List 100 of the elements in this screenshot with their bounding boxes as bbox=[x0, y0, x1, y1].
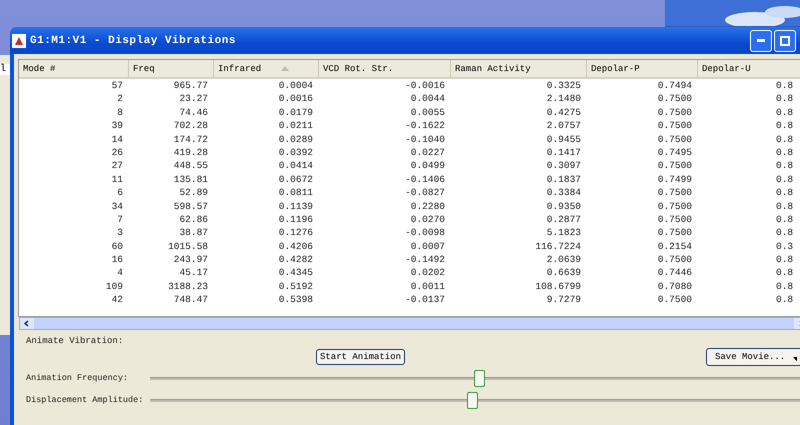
table-cell-text: 0.7500 bbox=[656, 212, 693, 226]
table-cell-text: 0.0044 bbox=[410, 92, 446, 106]
table-cell-text: 0.1837 bbox=[546, 172, 582, 186]
table-cell-text: 0.8 bbox=[775, 280, 794, 294]
table-cell-text: 0.3097 bbox=[546, 159, 582, 173]
table-cell-text: 0.3 bbox=[775, 240, 794, 254]
table-cell-text: 0.0179 bbox=[278, 106, 314, 120]
table-cell-text: 1015.58 bbox=[167, 240, 209, 254]
table-cell-text: 45.17 bbox=[178, 266, 209, 280]
table-cell-text: 0.0392 bbox=[278, 146, 314, 160]
table-cell-text: 0.0672 bbox=[278, 172, 314, 186]
table-cell-text: 26 bbox=[110, 146, 124, 160]
column-header[interactable]: Depolar-U bbox=[698, 60, 800, 77]
table-cell-text: -0.1406 bbox=[404, 172, 446, 186]
table-cell-text: 23.27 bbox=[178, 92, 209, 106]
table-cell-text: 0.8 bbox=[775, 172, 794, 186]
column-header[interactable]: Mode # bbox=[19, 60, 129, 77]
table-cell-text: 598.57 bbox=[172, 200, 209, 213]
table-cell-text: 39 bbox=[110, 119, 124, 133]
table-cell-text: 0.0007 bbox=[410, 240, 446, 254]
table-cell-text: -0.1622 bbox=[404, 119, 446, 133]
table-cell-text: 3188.23 bbox=[167, 280, 209, 294]
table-cell-text: 0.8 bbox=[775, 119, 794, 133]
minimize-icon bbox=[757, 39, 765, 42]
table-cell-text: 0.8 bbox=[775, 266, 794, 280]
table-cell-text: 3 bbox=[116, 226, 124, 240]
table-cell-text: 0.7500 bbox=[656, 159, 693, 173]
table-cell-text: 0.1417 bbox=[546, 146, 582, 160]
slider[interactable] bbox=[150, 391, 800, 409]
table-cell-text: 0.9455 bbox=[546, 132, 582, 146]
slider-thumb[interactable] bbox=[467, 392, 478, 409]
table-cell-text: 0.0270 bbox=[410, 212, 446, 226]
caret-icon bbox=[793, 356, 797, 360]
table-cell-text: 0.7500 bbox=[656, 226, 693, 240]
table-cell-text: 0.6639 bbox=[546, 266, 582, 280]
maximize-button[interactable] bbox=[774, 30, 796, 52]
table-cell-text: 0.8 bbox=[775, 92, 794, 106]
slider-label: Displacement Amplitude: bbox=[26, 395, 144, 405]
table-cell-text: 6 bbox=[116, 186, 124, 200]
table-cell-text: 0.4282 bbox=[278, 253, 314, 266]
table-cell-text: 0.8 bbox=[775, 226, 794, 240]
table-cell-text: 0.0016 bbox=[278, 92, 314, 106]
table-cell-text: 0.3384 bbox=[546, 186, 582, 200]
column-header[interactable]: Infrared bbox=[214, 60, 319, 77]
table-cell-text: 42 bbox=[110, 293, 124, 307]
start-animation-button[interactable]: Start Animation bbox=[316, 349, 406, 365]
table-cell-text: 0.8 bbox=[775, 146, 794, 160]
table-cell-text: 243.97 bbox=[172, 253, 209, 266]
app-icon bbox=[12, 34, 26, 48]
column-header[interactable]: Raman Activity bbox=[451, 60, 587, 77]
table-cell-text: 0.0055 bbox=[410, 106, 446, 120]
table-cell-text: 0.9350 bbox=[546, 200, 582, 213]
column-header[interactable]: Freq bbox=[129, 60, 214, 77]
table-cell-text: 0.0211 bbox=[278, 119, 314, 133]
table-cell-text: 0.7500 bbox=[656, 92, 693, 106]
table-cell-text: 52.89 bbox=[178, 186, 209, 200]
scroll-left-icon[interactable] bbox=[20, 318, 34, 329]
table-cell-text: 0.2877 bbox=[546, 212, 582, 226]
table-cell-text: 0.8 bbox=[775, 212, 794, 226]
table-cell-text: 0.8 bbox=[775, 79, 794, 92]
table-cell-text: 116.7224 bbox=[534, 240, 582, 254]
table-cell-text: 0.7080 bbox=[656, 280, 693, 294]
table-cell-text: 965.77 bbox=[172, 79, 209, 92]
table-cell-text: 0.8 bbox=[775, 132, 794, 146]
save-movie-button[interactable]: Save Movie... bbox=[706, 348, 800, 366]
window-title: G1:M1:V1 - Display Vibrations bbox=[30, 34, 236, 46]
table-cell-text: 702.28 bbox=[172, 119, 209, 133]
table-cell-text: 0.8 bbox=[775, 159, 794, 173]
table-cell-text: 5.1823 bbox=[546, 226, 582, 240]
minimize-button[interactable] bbox=[750, 30, 772, 52]
table-cell-text: 448.55 bbox=[172, 159, 209, 173]
table-cell-text: 0.1276 bbox=[278, 226, 314, 240]
table-cell-text: 7 bbox=[116, 212, 124, 226]
slider-thumb[interactable] bbox=[474, 370, 485, 387]
table-cell-text: -0.0827 bbox=[404, 186, 446, 200]
table-cell-text: 0.8 bbox=[775, 200, 794, 213]
table-cell-text: 38.87 bbox=[178, 226, 209, 240]
table-cell-text: 0.7500 bbox=[656, 132, 693, 146]
table-cell-text: 0.5192 bbox=[278, 280, 314, 294]
table-cell-text: 0.7500 bbox=[656, 186, 693, 200]
table-cell-text: -0.1040 bbox=[404, 132, 446, 146]
column-header[interactable]: VCD Rot. Str. bbox=[319, 60, 451, 77]
table-cell-text: 0.0227 bbox=[410, 146, 446, 160]
table-cell-text: 8 bbox=[116, 106, 124, 120]
table-cell-text: 0.7495 bbox=[656, 146, 693, 160]
horizontal-scrollbar[interactable] bbox=[19, 317, 800, 330]
table-cell-text: -0.0016 bbox=[404, 79, 446, 92]
table-cell-text: 16 bbox=[110, 253, 124, 266]
table-cell-text: 0.0011 bbox=[410, 280, 446, 294]
table-cell-text: 135.81 bbox=[172, 172, 209, 186]
table-cell-text: 0.7500 bbox=[656, 200, 693, 213]
table-cell-text: -0.0098 bbox=[404, 226, 446, 240]
table-cell-text: 0.5398 bbox=[278, 293, 314, 307]
table-cell-text: 9.7279 bbox=[546, 293, 582, 307]
slider[interactable] bbox=[150, 369, 800, 387]
table-cell-text: 0.7499 bbox=[656, 172, 693, 186]
table-cell-text: 0.4345 bbox=[278, 266, 314, 280]
column-header[interactable]: Depolar-P bbox=[587, 60, 698, 77]
table-cell-text: 2.0639 bbox=[546, 253, 582, 266]
table-cell-text: 0.8 bbox=[775, 253, 794, 266]
